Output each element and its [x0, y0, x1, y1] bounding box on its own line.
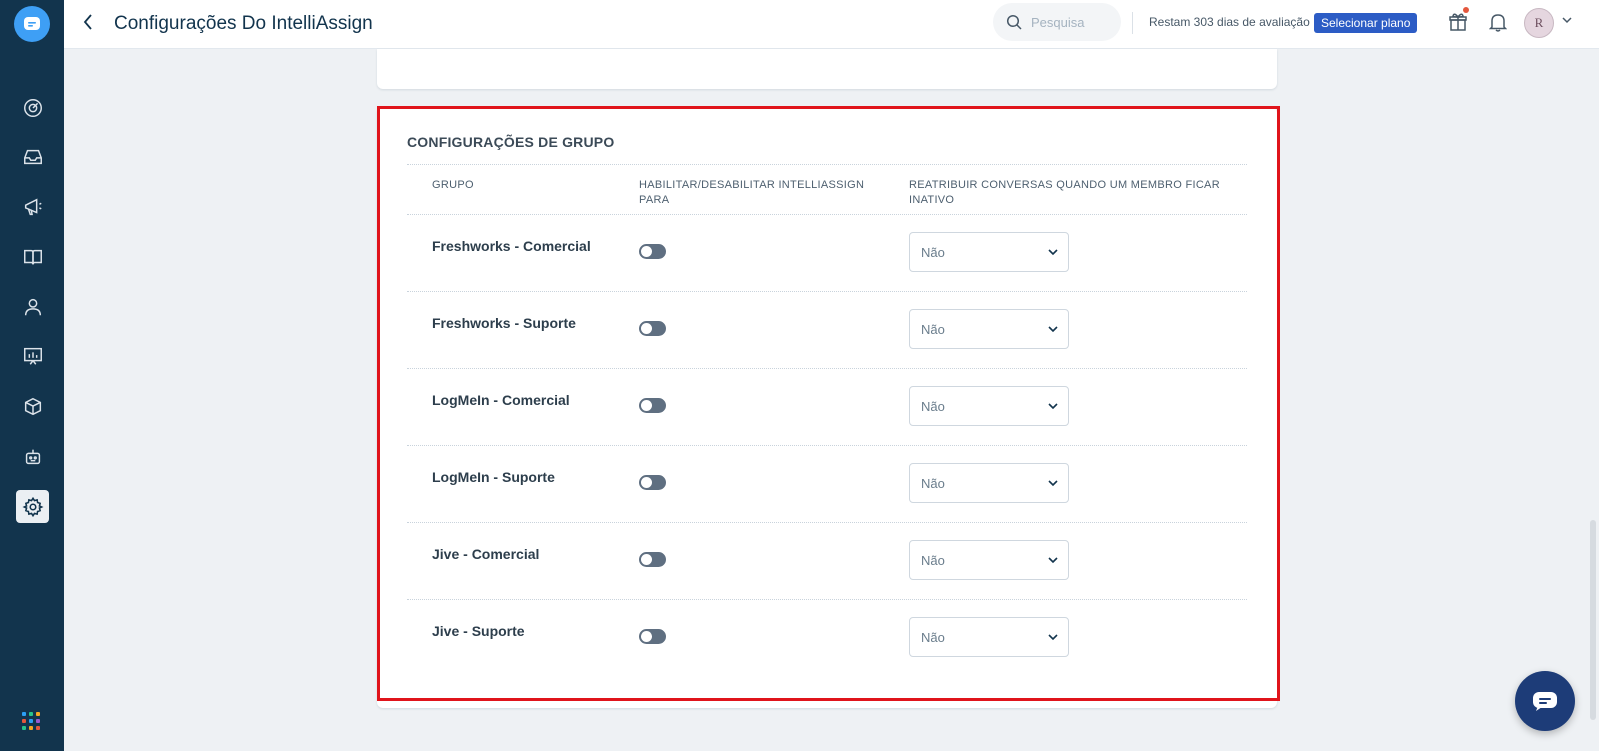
- select-value: Não: [921, 629, 945, 645]
- settings-icon[interactable]: [16, 490, 49, 523]
- divider: [407, 164, 1247, 165]
- select-value: Não: [921, 244, 945, 260]
- select-value: Não: [921, 321, 945, 337]
- chevron-down-icon[interactable]: [1562, 16, 1572, 24]
- reassign-select[interactable]: Não: [909, 386, 1069, 426]
- group-name: Freshworks - Suporte: [432, 315, 576, 331]
- previous-settings-card: [377, 49, 1277, 89]
- group-name: LogMeIn - Suporte: [432, 469, 555, 485]
- intelliassign-toggle[interactable]: [639, 629, 666, 644]
- group-name: LogMeIn - Comercial: [432, 392, 570, 408]
- chevron-down-icon: [1048, 326, 1058, 333]
- reports-icon[interactable]: [16, 339, 49, 372]
- group-name: Freshworks - Comercial: [432, 238, 591, 254]
- section-title: CONFIGURAÇÕES DE GRUPO: [407, 134, 615, 150]
- scrollbar[interactable]: [1590, 520, 1596, 720]
- sidebar: [0, 0, 64, 751]
- column-header-enable: HABILITAR/DESABILITAR INTELLIASSIGN PARA: [639, 179, 865, 206]
- back-arrow-icon[interactable]: [78, 12, 98, 32]
- intelliassign-toggle[interactable]: [639, 398, 666, 413]
- select-value: Não: [921, 552, 945, 568]
- divider: [407, 291, 1247, 292]
- chat-icon: [1533, 692, 1557, 711]
- bots-icon[interactable]: [16, 440, 49, 473]
- bell-icon[interactable]: [1486, 10, 1510, 34]
- reassign-select[interactable]: Não: [909, 232, 1069, 272]
- divider: [407, 599, 1247, 600]
- chevron-down-icon: [1048, 480, 1058, 487]
- intelliassign-toggle[interactable]: [639, 244, 666, 259]
- reassign-select[interactable]: Não: [909, 540, 1069, 580]
- integrations-icon[interactable]: [16, 390, 49, 423]
- column-header-reassign: REATRIBUIR CONVERSAS QUANDO UM MEMBRO FI…: [909, 179, 1220, 206]
- column-header-group: GRUPO: [432, 179, 474, 191]
- trial-status: Restam 303 dias de avaliação: [1149, 15, 1310, 29]
- avatar[interactable]: R: [1524, 8, 1554, 38]
- chevron-down-icon: [1048, 557, 1058, 564]
- divider: [407, 522, 1247, 523]
- search-box[interactable]: [993, 3, 1121, 41]
- chevron-down-icon: [1048, 249, 1058, 256]
- divider: [407, 214, 1247, 215]
- intelliassign-toggle[interactable]: [639, 475, 666, 490]
- select-plan-button[interactable]: Selecionar plano: [1314, 13, 1418, 33]
- chevron-down-icon: [1048, 634, 1058, 641]
- search-icon: [1006, 14, 1022, 30]
- chat-widget-button[interactable]: [1515, 671, 1575, 731]
- knowledge-base-icon[interactable]: [16, 240, 49, 273]
- reassign-select[interactable]: Não: [909, 309, 1069, 349]
- dashboard-icon[interactable]: [16, 91, 49, 124]
- select-value: Não: [921, 475, 945, 491]
- contacts-icon[interactable]: [16, 290, 49, 323]
- notification-dot: [1463, 7, 1469, 13]
- divider: [407, 445, 1247, 446]
- top-header: Configurações Do IntelliAssign Restam 30…: [64, 0, 1599, 49]
- campaigns-icon[interactable]: [16, 190, 49, 223]
- chevron-down-icon: [1048, 403, 1058, 410]
- header-divider: [1132, 12, 1133, 34]
- intelliassign-toggle[interactable]: [639, 321, 666, 336]
- search-input[interactable]: [1031, 14, 1111, 30]
- page-title: Configurações Do IntelliAssign: [114, 13, 373, 34]
- app-switcher-icon[interactable]: [22, 712, 40, 730]
- intelliassign-toggle[interactable]: [639, 552, 666, 567]
- group-name: Jive - Suporte: [432, 623, 525, 639]
- app-logo[interactable]: [14, 6, 50, 42]
- select-value: Não: [921, 398, 945, 414]
- inbox-icon[interactable]: [16, 140, 49, 173]
- gift-icon[interactable]: [1446, 7, 1470, 34]
- reassign-select[interactable]: Não: [909, 463, 1069, 503]
- divider: [407, 368, 1247, 369]
- reassign-select[interactable]: Não: [909, 617, 1069, 657]
- group-settings-card: CONFIGURAÇÕES DE GRUPO GRUPO HABILITAR/D…: [377, 107, 1277, 708]
- group-name: Jive - Comercial: [432, 546, 540, 562]
